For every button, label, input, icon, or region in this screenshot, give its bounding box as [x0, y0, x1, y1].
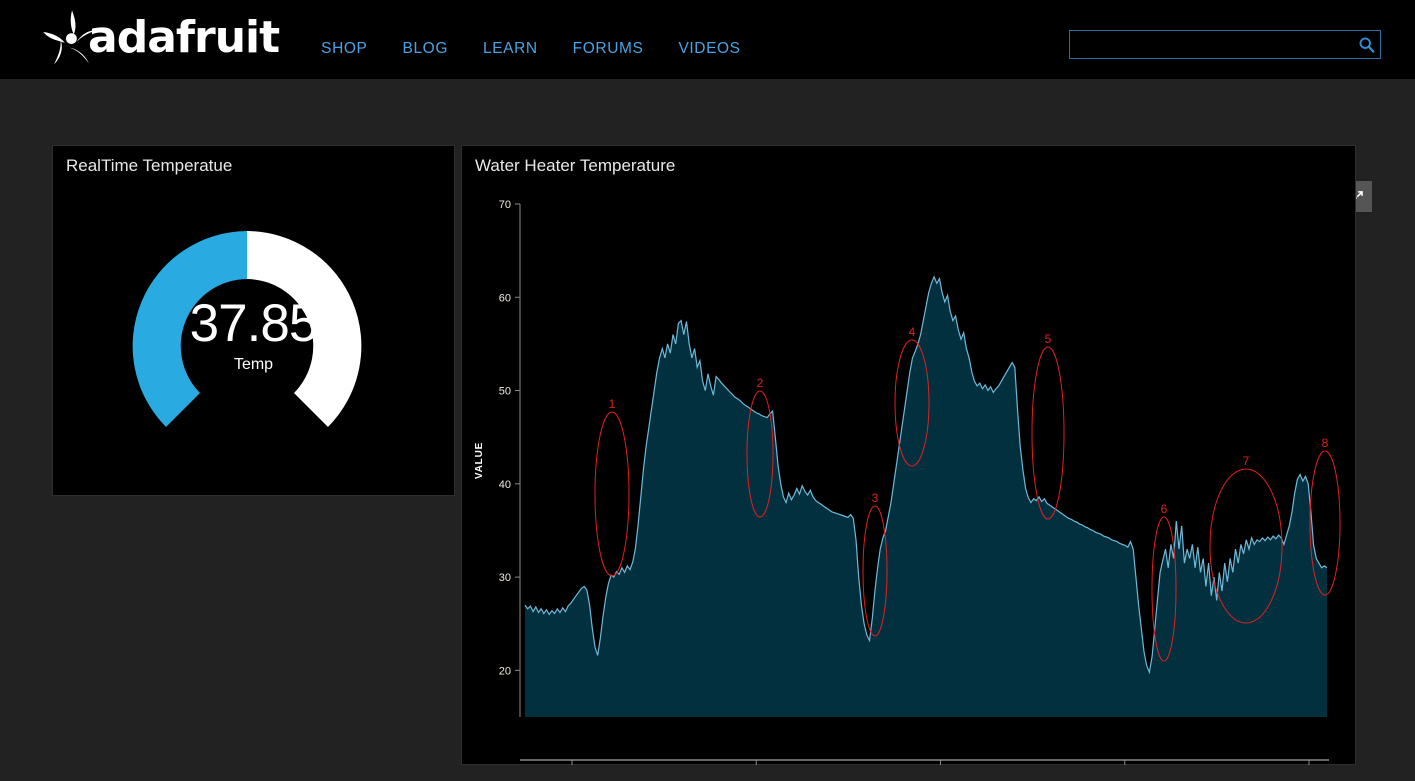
y-tick-label: 70	[499, 199, 511, 211]
dashboard-toolbar: ❮ MY DASHBOARDS Water Heater Dashboard	[0, 79, 1415, 141]
gauge-widget: 37.85 Temp	[53, 188, 454, 488]
main-navigation: SHOP BLOG LEARN FORUMS VIDEOS	[321, 40, 740, 58]
y-tick-label: 20	[499, 665, 511, 677]
brand-wordmark: adafruit	[88, 12, 279, 63]
annotation-label-5: 5	[1045, 332, 1052, 346]
nav-item-shop[interactable]: SHOP	[321, 40, 367, 58]
chart-panel[interactable]: Water Heater Temperature 20 30 40 50 60 70 VAL…	[461, 145, 1356, 765]
annotation-label-2: 2	[757, 376, 764, 390]
chart-plot	[525, 277, 1327, 717]
gauge-panel-title: RealTime Temperatue	[66, 156, 232, 176]
water-heater-temperature-chart[interactable]: 203040506070VALUE12:0000:00Jan 1312:0000…	[462, 182, 1357, 766]
series-area	[525, 277, 1327, 717]
annotation-ellipse-5	[1032, 347, 1064, 519]
y-tick-label: 60	[499, 292, 511, 304]
y-axis-title: VALUE	[474, 442, 485, 479]
nav-item-learn[interactable]: LEARN	[483, 40, 538, 58]
gauge-value: 37.85	[53, 293, 454, 354]
annotation-label-4: 4	[909, 325, 916, 339]
y-tick-label: 50	[499, 386, 511, 398]
search-box[interactable]	[1069, 30, 1381, 59]
search-input[interactable]	[1070, 37, 1352, 52]
search-button[interactable]	[1352, 31, 1380, 58]
gauge-panel[interactable]: RealTime Temperatue 37.85 Temp	[52, 145, 455, 496]
annotation-ellipse-1	[595, 412, 629, 576]
chart-panel-title: Water Heater Temperature	[475, 156, 675, 176]
nav-item-videos[interactable]: VIDEOS	[678, 40, 740, 58]
annotation-label-3: 3	[872, 491, 879, 505]
annotation-label-8: 8	[1322, 436, 1329, 450]
dashboard-panels: RealTime Temperatue 37.85 Temp Water Hea…	[0, 145, 1415, 781]
nav-item-blog[interactable]: BLOG	[403, 40, 448, 58]
gauge-label: Temp	[53, 356, 454, 374]
y-tick-label: 30	[499, 572, 511, 584]
site-header: adafruit SHOP BLOG LEARN FORUMS VIDEOS	[0, 0, 1415, 79]
nav-item-forums[interactable]: FORUMS	[573, 40, 644, 58]
y-tick-label: 40	[499, 479, 511, 491]
annotation-label-6: 6	[1161, 502, 1168, 516]
search-icon	[1358, 36, 1375, 53]
annotation-label-7: 7	[1243, 454, 1250, 468]
annotation-label-1: 1	[609, 397, 616, 411]
chart-area[interactable]: 203040506070VALUE12:0000:00Jan 1312:0000…	[462, 182, 1357, 766]
adafruit-logo[interactable]: adafruit	[42, 8, 279, 68]
